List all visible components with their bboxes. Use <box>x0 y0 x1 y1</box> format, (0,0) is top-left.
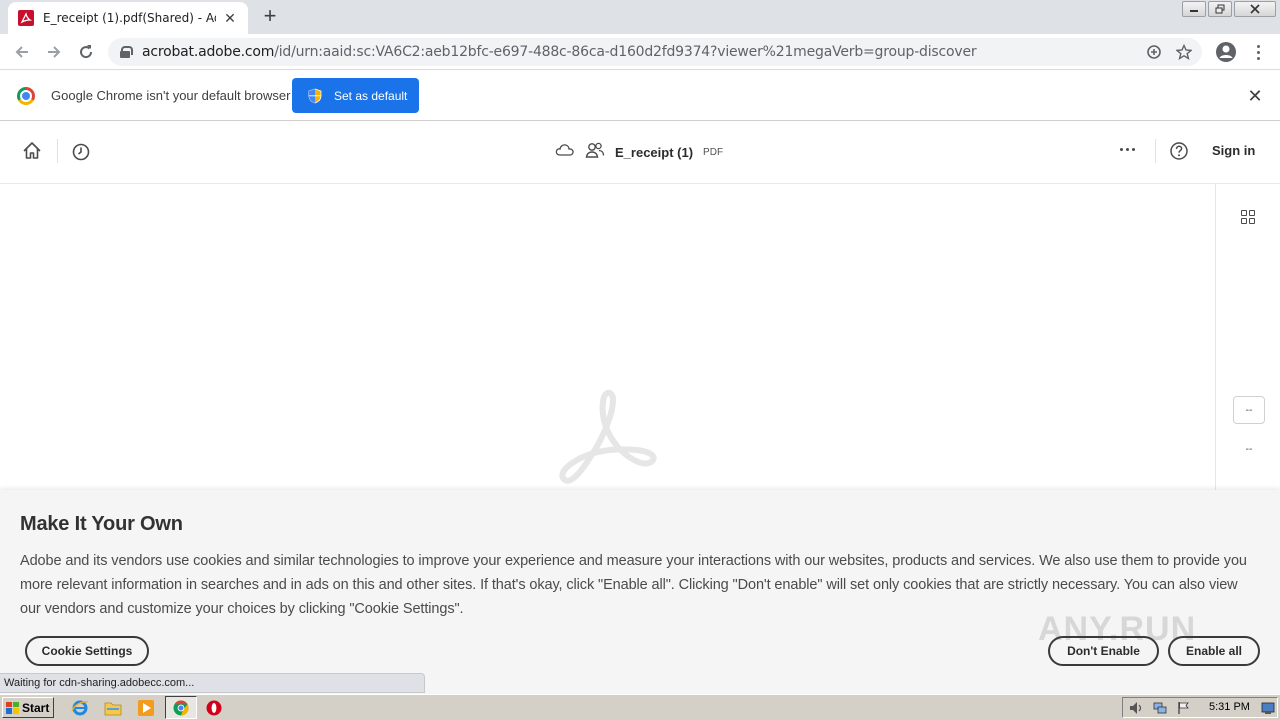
opera-icon[interactable] <box>205 699 223 717</box>
url-text: acrobat.adobe.com/id/urn:aaid:sc:VA6C2:a… <box>142 44 977 60</box>
new-tab-button[interactable]: + <box>258 5 282 28</box>
reload-button[interactable] <box>74 40 98 64</box>
uac-shield-icon <box>308 88 322 104</box>
set-as-default-label: Set as default <box>334 88 408 103</box>
screen: E_receipt (1).pdf(Shared) - Adobe c ✕ + <box>0 0 1280 720</box>
set-as-default-button[interactable]: Set as default <box>292 78 419 113</box>
document-title-area: E_receipt (1) PDF <box>555 142 723 162</box>
windows-logo-icon <box>6 701 20 714</box>
forward-button[interactable] <box>42 40 66 64</box>
cloud-icon <box>555 142 575 163</box>
system-tray: 5:31 PM <box>1122 697 1278 718</box>
recent-files-icon[interactable] <box>71 142 91 162</box>
minimize-button[interactable] <box>1182 1 1206 17</box>
windows-taskbar: Start 5:31 PM <box>0 694 1280 720</box>
infobar-message: Google Chrome isn't your default browser <box>51 88 291 103</box>
document-kind: PDF <box>703 146 724 158</box>
header-divider <box>1155 139 1156 163</box>
internet-explorer-icon[interactable] <box>71 699 89 717</box>
media-player-icon[interactable] <box>137 699 155 717</box>
profile-avatar-icon[interactable] <box>1214 40 1238 64</box>
url-host: acrobat.adobe.com <box>142 44 275 60</box>
reload-icon <box>80 45 93 59</box>
acrobat-header: E_receipt (1) PDF Sign in <box>0 121 1280 184</box>
tab-active[interactable]: E_receipt (1).pdf(Shared) - Adobe c ✕ <box>8 2 248 34</box>
omnibox-icons <box>1144 42 1194 62</box>
more-options-icon[interactable] <box>1120 148 1140 154</box>
help-icon[interactable] <box>1169 141 1189 161</box>
tab-title: E_receipt (1).pdf(Shared) - Adobe c <box>43 11 216 25</box>
document-name[interactable]: E_receipt (1) <box>615 145 693 160</box>
current-page-input[interactable]: -- <box>1233 396 1265 424</box>
back-button[interactable] <box>10 40 34 64</box>
install-app-icon[interactable] <box>1144 42 1164 62</box>
file-explorer-icon[interactable] <box>104 699 122 717</box>
action-center-flag-icon[interactable] <box>1177 701 1191 715</box>
header-divider <box>57 139 58 163</box>
dont-enable-button[interactable]: Don't Enable <box>1048 636 1159 666</box>
close-window-button[interactable] <box>1234 1 1276 17</box>
tab-strip: E_receipt (1).pdf(Shared) - Adobe c ✕ + <box>0 0 1280 34</box>
infobar-close-icon[interactable]: ✕ <box>1246 87 1264 105</box>
cookie-consent-banner: Make It Your Own Adobe and its vendors u… <box>0 490 1280 694</box>
forward-arrow-icon <box>48 46 61 58</box>
cookie-title: Make It Your Own <box>20 513 183 535</box>
system-clock[interactable]: 5:31 PM <box>1209 701 1250 713</box>
page-total: -- <box>1245 444 1253 455</box>
back-arrow-icon <box>15 46 28 58</box>
start-label: Start <box>22 700 50 715</box>
lock-icon <box>120 46 133 58</box>
chrome-taskbar-icon[interactable] <box>172 699 190 717</box>
status-bubble: Waiting for cdn-sharing.adobecc.com... <box>0 673 425 693</box>
chrome-logo-icon <box>17 87 35 105</box>
show-desktop-icon[interactable] <box>1261 701 1275 715</box>
home-icon[interactable] <box>22 141 42 161</box>
network-icon[interactable] <box>1153 701 1167 715</box>
browser-toolbar: acrobat.adobe.com/id/urn:aaid:sc:VA6C2:a… <box>0 34 1280 70</box>
bookmark-star-icon[interactable] <box>1174 42 1194 62</box>
enable-all-button[interactable]: Enable all <box>1168 636 1260 666</box>
tab-close-icon[interactable]: ✕ <box>222 10 238 26</box>
cookie-settings-button[interactable]: Cookie Settings <box>25 636 149 666</box>
shared-people-icon <box>585 141 605 164</box>
window-controls <box>1181 0 1280 20</box>
default-browser-infobar: Google Chrome isn't your default browser… <box>0 71 1280 121</box>
chrome-menu-icon[interactable] <box>1250 40 1266 64</box>
right-rail: -- -- <box>1215 184 1280 490</box>
thumbnails-grid-icon[interactable] <box>1241 210 1255 224</box>
acrobat-loading-logo-icon <box>557 388 661 488</box>
acrobat-favicon-icon <box>18 10 34 26</box>
address-bar[interactable]: acrobat.adobe.com/id/urn:aaid:sc:VA6C2:a… <box>108 38 1202 66</box>
start-button[interactable]: Start <box>2 697 54 718</box>
restore-button[interactable] <box>1208 1 1232 17</box>
volume-icon[interactable] <box>1129 701 1143 715</box>
sign-in-link[interactable]: Sign in <box>1212 143 1255 158</box>
url-path: /id/urn:aaid:sc:VA6C2:aeb12bfc-e697-488c… <box>274 44 977 60</box>
